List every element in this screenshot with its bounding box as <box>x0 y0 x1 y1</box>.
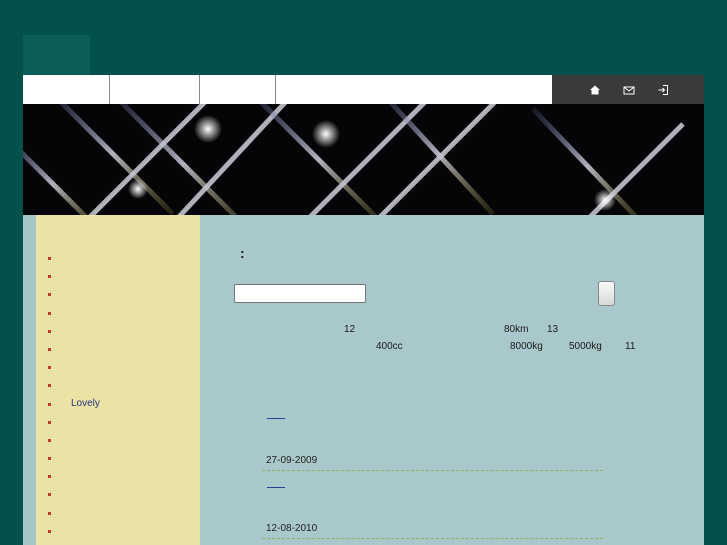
spec-weight: 8000kg <box>510 341 543 352</box>
bullet-icon <box>48 475 51 479</box>
post-date: 27-09-2009 <box>266 455 318 466</box>
bullet-icon <box>48 438 51 442</box>
left-strip <box>23 215 36 545</box>
mail-icon[interactable] <box>623 84 635 96</box>
bullet-icon <box>48 493 51 497</box>
logo-box <box>23 35 90 75</box>
post-title-link[interactable] <box>267 418 285 419</box>
bullet-icon <box>48 257 51 260</box>
spec-number: 12 <box>344 324 356 335</box>
nav-tab-3[interactable] <box>200 75 276 104</box>
top-nav-bar <box>23 75 704 104</box>
main-content: : 12 80km 13 400cc 8000kg 5000kg 11 27-0… <box>200 215 704 545</box>
spec-number: 13 <box>547 324 559 335</box>
nav-tab-2[interactable] <box>110 75 200 104</box>
post-divider <box>262 470 603 471</box>
home-icon[interactable] <box>589 84 601 96</box>
spec-speed: 80km <box>504 324 529 335</box>
bullet-icon <box>48 420 51 424</box>
utility-icon-bar <box>552 75 704 104</box>
spec-number: 11 <box>625 341 636 352</box>
bullet-icon <box>48 529 51 533</box>
bullet-icon <box>48 402 51 406</box>
post-divider <box>262 538 603 539</box>
post-date: 12-08-2010 <box>266 523 318 534</box>
nav-tab-1[interactable] <box>23 75 110 104</box>
spec-weight: 5000kg <box>569 341 602 352</box>
search-input[interactable] <box>234 284 366 303</box>
bullet-icon <box>48 511 51 515</box>
bullet-icon <box>48 347 51 351</box>
login-icon[interactable] <box>657 84 669 96</box>
bullet-icon <box>48 293 51 297</box>
bullet-icon <box>48 366 51 370</box>
bullet-icon <box>48 384 51 388</box>
search-button[interactable] <box>598 281 615 306</box>
bullet-icon <box>48 457 51 461</box>
header-banner-image <box>23 104 704 215</box>
sidebar: Lovely <box>36 215 200 545</box>
bullet-icon <box>48 275 51 279</box>
page-heading: : <box>240 245 245 261</box>
bullet-icon <box>48 311 51 315</box>
spec-engine: 400cc <box>376 341 403 352</box>
post-title-link[interactable] <box>267 487 285 488</box>
bullet-icon <box>48 329 51 333</box>
